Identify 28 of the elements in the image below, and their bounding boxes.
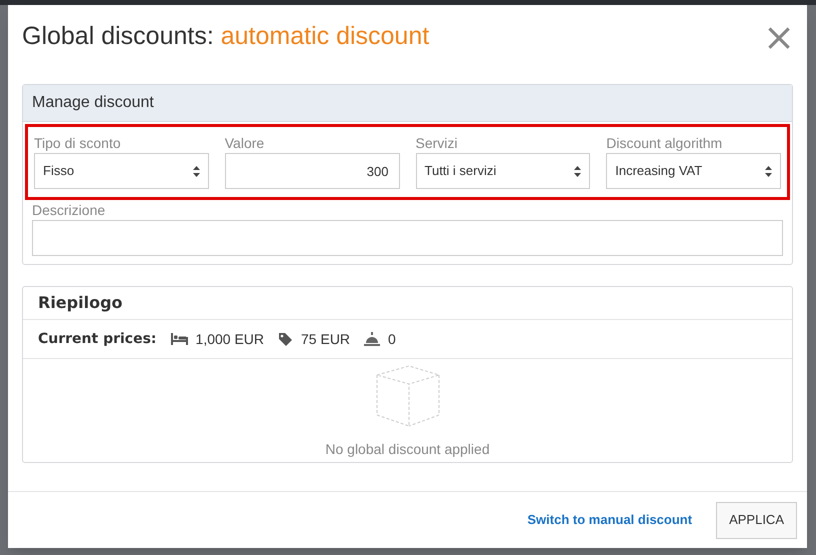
panel-header: Manage discount [23, 85, 792, 122]
bed-icon [170, 333, 188, 345]
field-label: Tipo di sconto [34, 134, 122, 152]
sort-arrows-icon [192, 166, 200, 176]
field-label: Descrizione [32, 201, 106, 219]
apply-button[interactable]: APPLICA [716, 502, 797, 538]
service-bell-icon [364, 332, 380, 346]
close-button[interactable]: × [763, 18, 795, 56]
panel-title: Riepilogo [23, 287, 792, 320]
sort-arrows-icon [574, 166, 582, 176]
field-label: Valore [224, 134, 266, 152]
field-label: Discount algorithm [606, 134, 724, 152]
dialog-title: Global discounts: automatic discount [22, 21, 430, 52]
price-value: 75 EUR [301, 330, 350, 348]
price-value: 1,000 EUR [196, 330, 264, 348]
prices-label: Current prices: [38, 330, 157, 348]
select-field[interactable]: Tutti i servizi [416, 153, 590, 189]
switch-mode-link[interactable]: Switch to manual discount [527, 510, 692, 530]
sort-arrows-icon [765, 166, 772, 176]
input-field[interactable]: 300 [224, 153, 400, 189]
select-field[interactable]: Increasing VAT [606, 153, 781, 189]
select-field[interactable]: Fisso [34, 153, 209, 189]
field-label: Servizi [416, 134, 459, 152]
tag-icon [278, 332, 294, 346]
price-value: 0 [388, 330, 396, 348]
empty-box-icon [376, 365, 440, 427]
empty-message: No global discount applied [325, 440, 490, 459]
input-field[interactable] [32, 220, 783, 256]
